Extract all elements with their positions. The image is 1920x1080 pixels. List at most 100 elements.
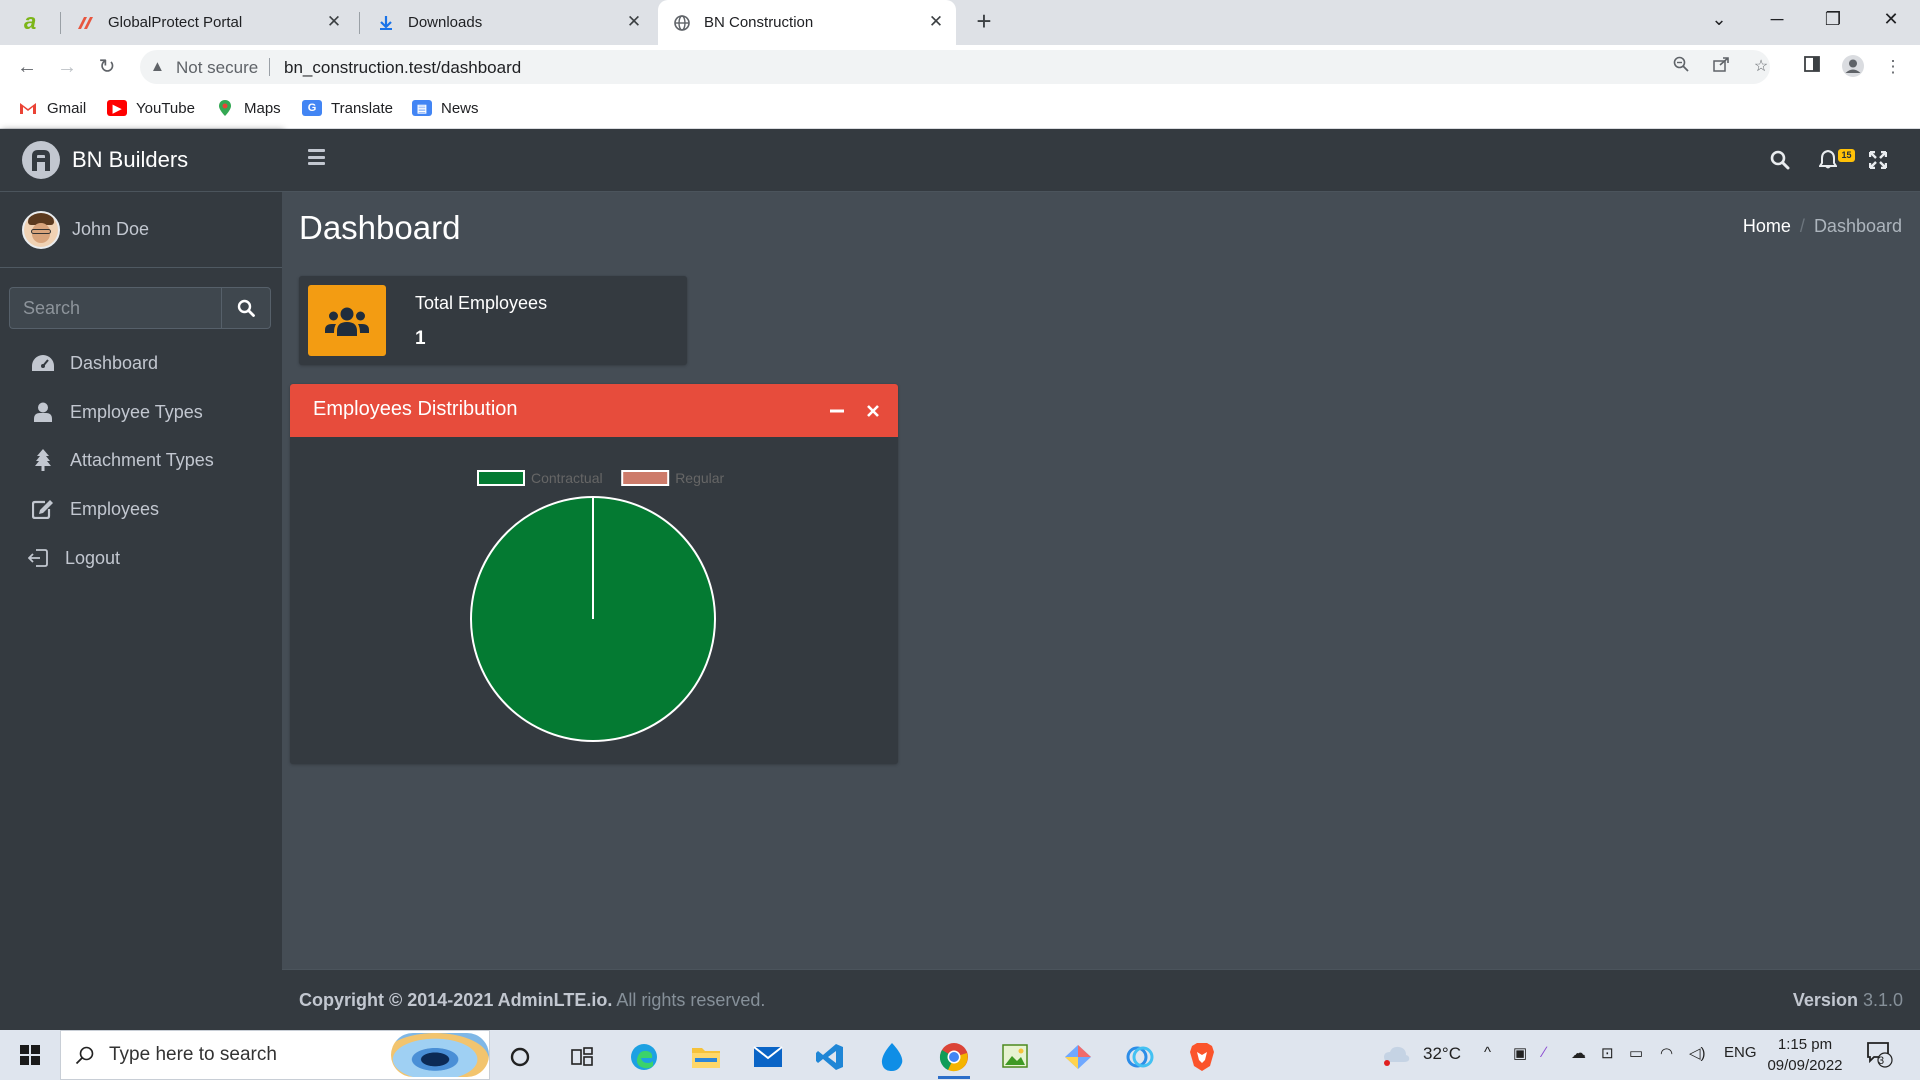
legend-swatch[interactable]	[621, 470, 670, 486]
battery-icon[interactable]: ▭	[1629, 1044, 1643, 1062]
chrome-icon[interactable]	[928, 1035, 980, 1079]
bookmark-maps[interactable]: Maps	[215, 97, 281, 119]
edge-icon[interactable]	[618, 1035, 670, 1079]
tree-icon	[30, 449, 56, 471]
close-tab-icon[interactable]: ✕	[624, 12, 644, 32]
image-viewer-icon[interactable]	[990, 1035, 1042, 1079]
legend-label[interactable]: Regular	[675, 470, 724, 486]
sidebar-search-button[interactable]	[221, 287, 271, 329]
gmail-icon	[18, 100, 38, 116]
breadcrumb-home-link[interactable]: Home	[1743, 216, 1791, 237]
notifications-bell-icon[interactable]	[1816, 148, 1840, 172]
globalprotect-icon	[76, 13, 96, 33]
zoom-icon[interactable]	[1670, 56, 1692, 78]
sidebar-item-label: Employees	[70, 498, 160, 519]
sidebar-item-attachment-types[interactable]: Attachment Types	[8, 437, 274, 483]
bookmark-label: YouTube	[136, 99, 195, 117]
legend-label[interactable]: Contractual	[531, 470, 603, 486]
pie-chart: Contractual Regular	[470, 470, 725, 742]
collapse-card-button[interactable]	[826, 400, 848, 422]
sidebar-item-dashboard[interactable]: Dashboard	[8, 340, 274, 386]
weather-icon[interactable]	[1382, 1042, 1412, 1070]
task-view-icon[interactable]	[556, 1035, 608, 1079]
wifi-icon[interactable]: ◠	[1660, 1044, 1673, 1062]
address-bar[interactable]: ▲ Not secure bn_construction.test/dashbo…	[140, 50, 1770, 84]
browser-menu-icon[interactable]: ⋮	[1881, 55, 1905, 79]
legend-swatch[interactable]	[477, 470, 525, 486]
remove-card-button[interactable]	[862, 400, 884, 422]
copyright-text[interactable]: Copyright © 2014-2021 AdminLTE.io.	[299, 990, 612, 1010]
arc-logo-icon[interactable]: a	[22, 9, 46, 34]
diamond-app-icon[interactable]	[1052, 1035, 1104, 1079]
chevron-up-icon[interactable]: ^	[1484, 1044, 1491, 1061]
device-icon[interactable]: ⊡	[1601, 1044, 1614, 1062]
windows-start-icon[interactable]	[0, 1030, 60, 1080]
youtube-icon: ▶	[107, 100, 127, 116]
file-explorer-icon[interactable]	[680, 1035, 732, 1079]
bookmark-star-icon[interactable]: ☆	[1750, 56, 1772, 78]
tab-separator	[60, 12, 61, 34]
reload-button[interactable]: ↻	[93, 53, 121, 81]
brand-name: BN Builders	[72, 147, 189, 172]
side-panel-icon[interactable]	[1800, 55, 1824, 79]
share-icon[interactable]	[1710, 56, 1732, 78]
weather-temperature[interactable]: 32°C	[1423, 1044, 1461, 1064]
tab-title: GlobalProtect Portal	[108, 14, 243, 31]
new-tab-button[interactable]: +	[970, 8, 998, 36]
hamburger-menu-icon[interactable]	[308, 149, 326, 165]
taskbar-search-box[interactable]: Type here to search	[60, 1030, 490, 1080]
meet-now-icon[interactable]: ▣	[1513, 1044, 1527, 1062]
security-label[interactable]: Not secure	[176, 58, 258, 78]
bookmark-translate[interactable]: G Translate	[302, 97, 393, 119]
sidebar-item-employees[interactable]: Employees	[8, 486, 274, 532]
app-drop-icon[interactable]	[866, 1035, 918, 1079]
fullscreen-expand-icon[interactable]	[1866, 148, 1890, 172]
content-wrapper: Dashboard Home / Dashboard Total Employe…	[282, 192, 1920, 969]
url-text[interactable]: bn_construction.test/dashboard	[284, 58, 521, 78]
close-tab-icon[interactable]: ✕	[926, 12, 946, 32]
restore-button[interactable]: ❐	[1806, 0, 1860, 40]
version-number: 3.1.0	[1862, 990, 1903, 1010]
close-icon	[867, 405, 879, 417]
onedrive-icon[interactable]: ☁	[1571, 1044, 1586, 1062]
rights-text: All rights reserved.	[616, 990, 766, 1010]
back-button[interactable]: ←	[13, 53, 41, 81]
vscode-icon[interactable]	[804, 1035, 856, 1079]
tab-search-chevron-icon[interactable]: ⌄	[1692, 0, 1746, 40]
forward-button[interactable]: →	[53, 53, 81, 81]
window-close-button[interactable]: ✕	[1864, 0, 1918, 40]
tab-globalprotect[interactable]: GlobalProtect Portal ✕	[62, 0, 354, 45]
sidebar-item-label: Dashboard	[70, 352, 159, 373]
close-tab-icon[interactable]: ✕	[324, 12, 344, 32]
sidebar-search	[9, 287, 271, 329]
sidebar-item-employee-types[interactable]: Employee Types	[8, 389, 274, 435]
brave-icon[interactable]	[1176, 1035, 1228, 1079]
top-navbar	[282, 129, 1920, 192]
bookmark-youtube[interactable]: ▶ YouTube	[107, 97, 195, 119]
mail-icon[interactable]	[742, 1035, 794, 1079]
volume-icon[interactable]: ◁)	[1689, 1044, 1706, 1062]
warning-icon[interactable]: ▲	[150, 58, 165, 75]
minimize-button[interactable]: ─	[1750, 0, 1804, 40]
user-panel[interactable]: John Doe	[0, 192, 282, 268]
ring-app-icon[interactable]	[1114, 1035, 1166, 1079]
sidebar-item-logout[interactable]: Logout	[8, 535, 274, 581]
tab-bn-construction[interactable]: BN Construction ✕	[658, 0, 956, 45]
footer-copyright: Copyright © 2014-2021 AdminLTE.io. All r…	[299, 990, 765, 1011]
brand-link[interactable]: BN Builders	[0, 129, 282, 192]
taskbar-clock[interactable]: 1:15 pm 09/09/2022	[1765, 1034, 1845, 1076]
tab-downloads[interactable]: Downloads ✕	[362, 0, 654, 45]
bookmark-gmail[interactable]: Gmail	[18, 97, 86, 119]
user-name[interactable]: John Doe	[72, 219, 149, 240]
download-icon	[376, 13, 396, 33]
profile-avatar-icon[interactable]	[1841, 55, 1865, 79]
sidebar-search-input[interactable]	[9, 287, 221, 329]
pen-icon[interactable]: ∕	[1543, 1044, 1546, 1061]
cortana-icon[interactable]	[494, 1035, 546, 1079]
bookmark-label: Gmail	[47, 99, 87, 117]
navbar-search-icon[interactable]	[1768, 148, 1792, 172]
tachometer-icon	[30, 354, 56, 372]
bookmark-label: Maps	[244, 99, 281, 117]
bookmark-news[interactable]: ▤ News	[412, 97, 479, 119]
language-indicator[interactable]: ENG	[1724, 1044, 1757, 1061]
